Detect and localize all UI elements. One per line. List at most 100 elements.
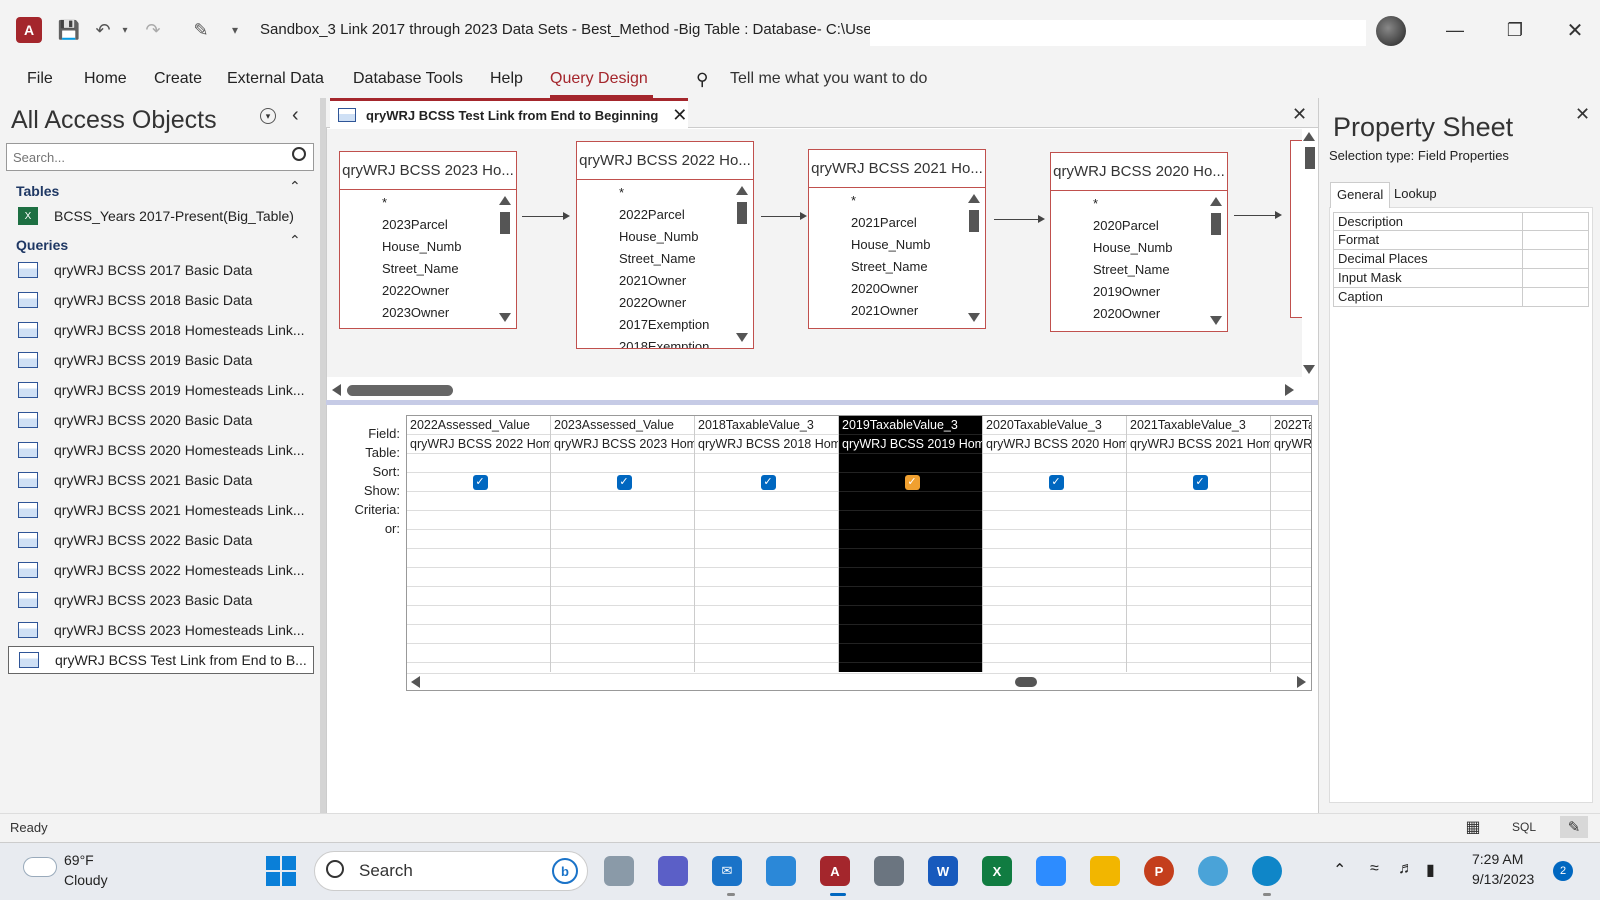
field-list-scrollbar[interactable] bbox=[735, 186, 749, 342]
scroll-down-icon[interactable] bbox=[968, 313, 980, 322]
criteria-cell[interactable] bbox=[551, 587, 694, 606]
scroll-up-icon[interactable] bbox=[968, 194, 980, 203]
field-list[interactable]: qryWRJ BCSS 2022 Ho... * 2022Parcel House_N… bbox=[576, 141, 754, 349]
table-cell[interactable]: qryWRJ BCSS 2022 Hom bbox=[407, 435, 550, 454]
scroll-up-icon[interactable] bbox=[1210, 197, 1222, 206]
nav-search-input[interactable] bbox=[6, 143, 314, 171]
field-list-item[interactable]: House_Numb bbox=[577, 226, 731, 248]
field-list[interactable]: qryWRJ BCSS 2020 Ho... * 2020Parcel House_N… bbox=[1050, 152, 1228, 332]
criteria-cell[interactable] bbox=[983, 492, 1126, 511]
field-list-partial[interactable] bbox=[1290, 140, 1302, 318]
scroll-up-icon[interactable] bbox=[1303, 132, 1315, 141]
criteria-cell[interactable] bbox=[407, 606, 550, 625]
volume-icon[interactable]: ♬ bbox=[1398, 860, 1414, 878]
criteria-cell[interactable] bbox=[551, 492, 694, 511]
field-cell[interactable]: 2021TaxableValue_3 bbox=[1127, 416, 1270, 435]
pane-divider[interactable] bbox=[326, 400, 1318, 405]
field-list-item[interactable]: 2022Owner bbox=[340, 280, 494, 302]
scroll-thumb[interactable] bbox=[1015, 677, 1037, 687]
criteria-cell[interactable] bbox=[983, 530, 1126, 549]
nav-query-item[interactable]: qryWRJ BCSS 2021 Homesteads Link... bbox=[8, 496, 314, 524]
property-row[interactable]: Decimal Places bbox=[1333, 250, 1589, 269]
criteria-cell[interactable] bbox=[695, 606, 838, 625]
field-cell[interactable]: 2018TaxableValue_3 bbox=[695, 416, 838, 435]
format-painter-icon[interactable]: ✎ bbox=[188, 17, 214, 43]
property-row[interactable]: Caption bbox=[1333, 288, 1589, 307]
field-list-item[interactable]: 2020Owner bbox=[809, 278, 963, 300]
scroll-thumb[interactable] bbox=[969, 210, 979, 232]
menu-help[interactable]: Help bbox=[490, 70, 523, 88]
table-cell[interactable]: qryWRJ BCSS 2023 Hom bbox=[551, 435, 694, 454]
field-list-item[interactable]: House_Numb bbox=[1051, 237, 1205, 259]
field-list-scrollbar[interactable] bbox=[967, 194, 981, 322]
join-line[interactable] bbox=[522, 212, 570, 220]
criteria-cell[interactable] bbox=[695, 587, 838, 606]
field-list-item[interactable]: 2023Owner bbox=[340, 302, 494, 324]
customize-toolbar-icon[interactable]: ▾ bbox=[222, 17, 248, 43]
menu-file[interactable]: File bbox=[27, 70, 53, 88]
field-list[interactable]: qryWRJ BCSS 2021 Ho... * 2021Parcel House_N… bbox=[808, 149, 986, 329]
show-cell[interactable]: ✓ bbox=[407, 473, 550, 492]
field-list-item[interactable]: 2022Owner bbox=[577, 292, 731, 314]
criteria-cell[interactable] bbox=[1271, 492, 1311, 511]
criteria-cell[interactable] bbox=[983, 606, 1126, 625]
tables-section-header[interactable]: Tables bbox=[16, 183, 59, 199]
menu-query-design[interactable]: Query Design bbox=[550, 70, 648, 88]
criteria-cell[interactable] bbox=[407, 511, 550, 530]
sort-cell[interactable] bbox=[983, 454, 1126, 473]
criteria-cell[interactable] bbox=[839, 492, 982, 511]
avatar[interactable] bbox=[1376, 16, 1406, 46]
field-list-item[interactable]: 2022Parcel bbox=[577, 204, 731, 226]
scroll-thumb[interactable] bbox=[500, 212, 510, 234]
tab-lookup[interactable]: Lookup bbox=[1388, 182, 1443, 208]
criteria-cell[interactable] bbox=[1127, 568, 1270, 587]
criteria-cell[interactable] bbox=[1127, 492, 1270, 511]
save-icon[interactable]: 💾 bbox=[56, 17, 82, 43]
field-list-title[interactable]: qryWRJ BCSS 2020 Ho... bbox=[1051, 153, 1227, 191]
cloud-weather-icon[interactable] bbox=[24, 858, 56, 876]
calculator-icon[interactable] bbox=[874, 856, 904, 886]
nav-query-item[interactable]: qryWRJ BCSS 2019 Basic Data bbox=[8, 346, 314, 374]
criteria-cell[interactable] bbox=[839, 644, 982, 663]
collapse-queries-icon[interactable]: ⌃ bbox=[289, 232, 301, 249]
property-row[interactable]: Format bbox=[1333, 231, 1589, 250]
show-cell[interactable] bbox=[1271, 473, 1311, 492]
diagram-vertical-scrollbar[interactable] bbox=[1302, 129, 1317, 377]
criteria-cell[interactable] bbox=[551, 511, 694, 530]
field-cell[interactable]: 2020TaxableValue_3 bbox=[983, 416, 1126, 435]
criteria-cell[interactable] bbox=[1271, 625, 1311, 644]
grid-column[interactable]: 2022Assessed_Value qryWRJ BCSS 2022 Hom ✓ bbox=[407, 416, 551, 672]
grid-horizontal-scrollbar[interactable] bbox=[407, 673, 1311, 689]
criteria-cell[interactable] bbox=[551, 644, 694, 663]
criteria-cell[interactable] bbox=[407, 492, 550, 511]
criteria-cell[interactable] bbox=[407, 644, 550, 663]
field-list-title[interactable]: qryWRJ BCSS 2022 Ho... bbox=[577, 142, 753, 180]
criteria-cell[interactable] bbox=[1127, 606, 1270, 625]
nav-query-item[interactable]: qryWRJ BCSS 2020 Basic Data bbox=[8, 406, 314, 434]
field-list-title[interactable]: qryWRJ BCSS 2023 Ho... bbox=[340, 152, 516, 190]
criteria-cell[interactable] bbox=[695, 492, 838, 511]
field-list-item[interactable]: 2021Owner bbox=[809, 300, 963, 322]
criteria-cell[interactable] bbox=[839, 568, 982, 587]
field-list-title[interactable]: qryWRJ BCSS 2021 Ho... bbox=[809, 150, 985, 188]
store-icon[interactable] bbox=[766, 856, 796, 886]
criteria-cell[interactable] bbox=[1127, 587, 1270, 606]
menu-create[interactable]: Create bbox=[154, 70, 202, 88]
field-list-item[interactable]: * bbox=[809, 190, 963, 212]
criteria-cell[interactable] bbox=[695, 511, 838, 530]
criteria-cell[interactable] bbox=[839, 511, 982, 530]
scroll-left-icon[interactable] bbox=[411, 676, 420, 688]
scroll-down-icon[interactable] bbox=[1210, 316, 1222, 325]
weather-desc[interactable]: Cloudy bbox=[64, 872, 108, 888]
criteria-cell[interactable] bbox=[839, 606, 982, 625]
criteria-cell[interactable] bbox=[1127, 625, 1270, 644]
show-cell[interactable]: ✓ bbox=[983, 473, 1126, 492]
document-tab[interactable]: qryWRJ BCSS Test Link from End to Beginn… bbox=[330, 98, 688, 129]
criteria-cell[interactable] bbox=[1127, 644, 1270, 663]
scroll-up-icon[interactable] bbox=[736, 186, 748, 195]
criteria-cell[interactable] bbox=[1271, 644, 1311, 663]
sort-cell[interactable] bbox=[1127, 454, 1270, 473]
field-cell[interactable]: 2022Assessed_Value bbox=[407, 416, 550, 435]
criteria-cell[interactable] bbox=[407, 549, 550, 568]
field-list[interactable]: qryWRJ BCSS 2023 Ho... * 2023Parcel House_N… bbox=[339, 151, 517, 329]
